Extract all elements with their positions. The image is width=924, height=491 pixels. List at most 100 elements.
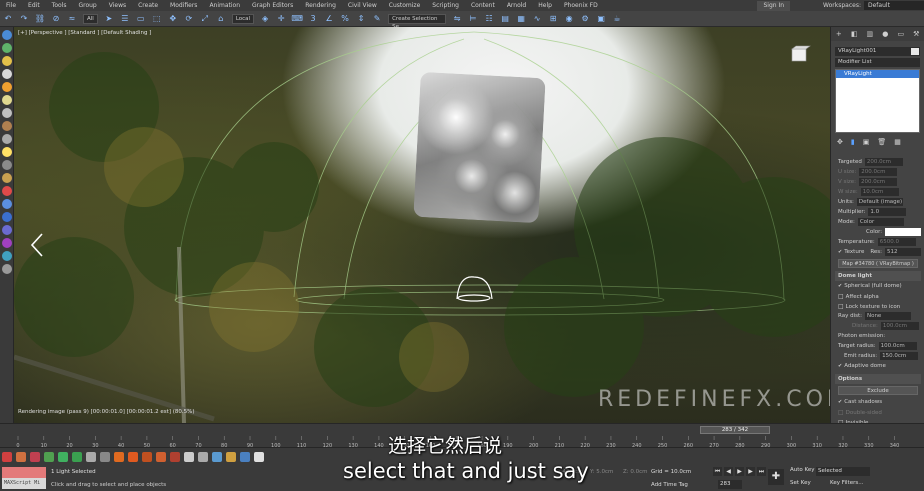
units-dropdown[interactable]: Default (image) [856,198,903,206]
foam-icon[interactable] [254,452,264,462]
temperature-field[interactable]: 6500.0 [877,238,916,246]
vray-fur-icon[interactable] [2,121,12,131]
menu-arnold[interactable]: Arnold [501,2,532,9]
select-object-icon[interactable]: ➤ [103,13,115,25]
current-frame-field[interactable]: 283 [718,480,742,489]
set-key-button[interactable]: Set Key [790,480,811,486]
fire-3-icon[interactable] [142,452,152,462]
fire-icon[interactable] [114,452,124,462]
placement-icon[interactable]: ⌂ [215,13,227,25]
prev-frame-icon[interactable]: ◀ [724,467,733,476]
unlink-icon[interactable]: ⊘ [50,13,62,25]
link-icon[interactable]: ⛓ [34,13,46,25]
dome-light-rollout-header[interactable]: Dome light [835,271,921,281]
u-size-field[interactable]: 200.0cm [859,168,898,176]
menu-create[interactable]: Create [132,2,164,9]
selection-filter-dropdown[interactable]: All [83,13,98,24]
layer-explorer-icon[interactable]: ▤ [499,13,511,25]
next-frame-icon[interactable]: ▶ [746,467,755,476]
menu-group[interactable]: Group [72,2,102,9]
menu-rendering[interactable]: Rendering [299,2,342,9]
keyboard-shortcut-icon[interactable]: ⌨ [291,13,303,25]
remove-modifier-icon[interactable]: 🗑 [877,138,886,146]
texture-checkbox[interactable]: Texture [838,249,864,255]
menu-tools[interactable]: Tools [46,2,73,9]
manipulate-icon[interactable]: ✛ [275,13,287,25]
object-color-swatch[interactable] [911,48,919,55]
menu-help[interactable]: Help [532,2,558,9]
fire-4-icon[interactable] [156,452,166,462]
select-by-name-icon[interactable]: ☰ [119,13,131,25]
menu-views[interactable]: Views [103,2,132,9]
z-coordinate[interactable]: Z: 0.0cm [623,469,648,475]
stack-item-vraylight[interactable]: VRayLight [836,70,919,78]
configure-sets-icon[interactable]: ▦ [894,138,901,146]
select-scale-icon[interactable]: ⤢ [199,13,211,25]
vray-sphere-fade-icon[interactable] [2,147,12,157]
rendered-frame-icon[interactable]: ▣ [595,13,607,25]
snaps-toggle-icon[interactable]: 3 [307,13,319,25]
smoke-icon[interactable] [184,452,194,462]
time-slider[interactable]: 283 / 342 [700,426,770,434]
vray-camera-icon[interactable] [2,160,12,170]
particle-icon[interactable] [226,452,236,462]
play-icon[interactable] [100,452,110,462]
menu-modifiers[interactable]: Modifiers [164,2,203,9]
spinner-snap-icon[interactable]: ⇕ [355,13,367,25]
reference-coord-dropdown[interactable]: Local [231,13,255,24]
menu-edit[interactable]: Edit [22,2,46,9]
bind-space-warp-icon[interactable]: ≈ [66,13,78,25]
vray-sphere-icon[interactable] [2,30,12,40]
mode-dropdown[interactable]: Color [857,218,904,226]
set-key-icon[interactable]: ✚ [768,469,784,485]
menu-graph-editors[interactable]: Graph Editors [246,2,299,9]
mirror-icon[interactable]: ⇋ [451,13,463,25]
pivot-icon[interactable] [72,452,82,462]
isolate-icon[interactable] [2,452,12,462]
lock-texture-checkbox[interactable]: Lock texture to icon [838,303,901,310]
chevron-left-icon[interactable] [30,232,44,258]
vray-vfb-icon[interactable] [2,186,12,196]
vray-scene-icon[interactable] [2,264,12,274]
show-end-result-icon[interactable]: ▮ [851,138,855,146]
named-selection-dropdown[interactable]: Create Selection Se [388,13,447,30]
display-tab-icon[interactable]: ▭ [896,30,905,39]
modifier-stack[interactable]: VRayLight [835,69,920,133]
vray-lister-icon[interactable] [2,251,12,261]
color-swatch[interactable] [885,228,921,236]
go-to-start-icon[interactable]: ⏮ [713,467,722,476]
add-time-tag[interactable]: Add Time Tag [651,482,688,488]
workspaces-dropdown[interactable]: Default [864,1,924,10]
cursor-icon[interactable] [86,452,96,462]
menu-phoenix-fd[interactable]: Phoenix FD [558,2,604,9]
menu-scripting[interactable]: Scripting [426,2,465,9]
pivot-center-icon[interactable]: ◈ [259,13,271,25]
options-rollout-header[interactable]: Options [835,374,921,384]
schematic-view-icon[interactable]: ⊞ [547,13,559,25]
make-unique-icon[interactable]: ▣ [863,138,870,146]
res-field[interactable]: 512 [885,248,921,256]
double-sided-checkbox[interactable]: Double-sided [838,409,882,416]
w-size-field[interactable]: 10.0cm [860,188,899,196]
vray-globe-icon[interactable] [2,212,12,222]
select-rotate-icon[interactable]: ⟳ [183,13,195,25]
vray-sun-icon[interactable] [2,82,12,92]
align-icon[interactable]: ⊨ [467,13,479,25]
redo-icon[interactable]: ↷ [18,13,30,25]
emitter-icon[interactable] [198,452,208,462]
edit-named-selection-icon[interactable]: ✎ [371,13,383,25]
utilities-tab-icon[interactable]: ⚒ [912,30,921,39]
spherical-checkbox[interactable]: Spherical (full dome) [838,283,901,289]
fire-2-icon[interactable] [128,452,138,462]
distance-field[interactable]: 100.0cm [880,322,919,330]
menu-civil-view[interactable]: Civil View [342,2,383,9]
parameters-rollout[interactable]: Targeted 200.0cm U size: 200.0cm V size: 20… [835,157,921,433]
affect-alpha-checkbox[interactable]: Affect alpha [838,293,879,300]
vray-render-icon[interactable] [2,43,12,53]
snapshot-icon[interactable] [44,452,54,462]
vray-denoise-icon[interactable] [2,225,12,235]
vray-tools-icon[interactable] [2,238,12,248]
vray-ies-icon[interactable] [2,69,12,79]
hierarchy-tab-icon[interactable]: ▥ [865,30,874,39]
curve-editor-icon[interactable]: ∿ [531,13,543,25]
